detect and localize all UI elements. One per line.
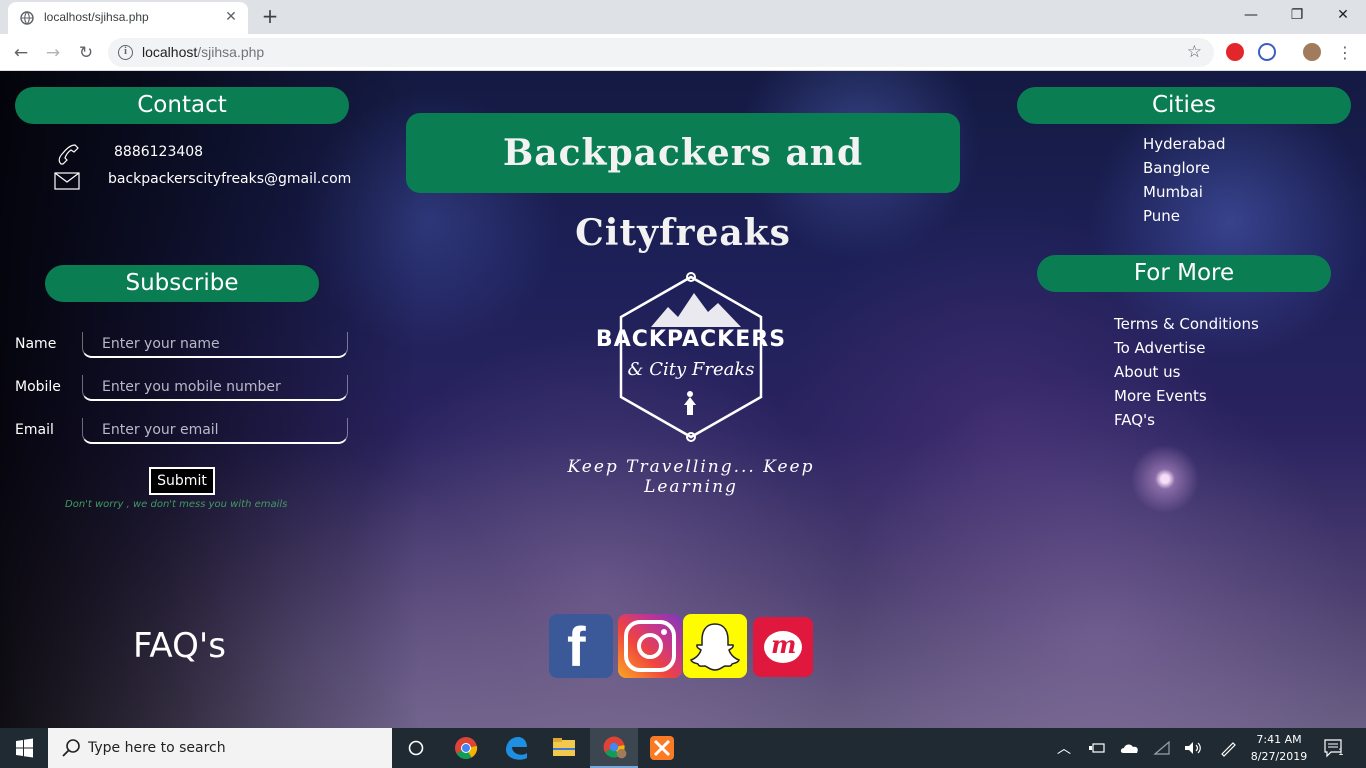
instagram-icon[interactable]: [618, 614, 682, 678]
windows-taskbar: Type here to search ︿ 7:41 AM 8/27/2019 …: [0, 728, 1366, 768]
taskbar-clock[interactable]: 7:41 AM 8/27/2019: [1250, 731, 1308, 765]
address-bar[interactable]: i localhost/sjihsa.php ☆: [108, 38, 1214, 67]
site-info-icon[interactable]: i: [118, 45, 133, 60]
city-link[interactable]: Pune: [1143, 204, 1226, 228]
logo-main-text: BACKPACKERS: [595, 327, 787, 352]
profile-avatar[interactable]: [1303, 43, 1321, 61]
minimize-button[interactable]: —: [1228, 0, 1274, 30]
facebook-icon[interactable]: f: [549, 614, 613, 678]
faq-link[interactable]: FAQ's: [1114, 408, 1259, 432]
url-text[interactable]: localhost/sjihsa.php: [142, 44, 264, 60]
block-extension-icon[interactable]: [1258, 43, 1276, 61]
city-link[interactable]: Mumbai: [1143, 180, 1226, 204]
mobile-label: Mobile: [15, 379, 61, 395]
brand-title: Backpackers and Cityfreaks: [406, 113, 960, 254]
chrome-active-window-icon[interactable]: [590, 728, 638, 768]
about-link[interactable]: About us: [1114, 360, 1259, 384]
onedrive-icon[interactable]: [1120, 740, 1140, 756]
back-button[interactable]: ←: [8, 40, 34, 66]
battery-icon[interactable]: [1088, 740, 1106, 756]
advertise-link[interactable]: To Advertise: [1114, 336, 1259, 360]
phone-icon: [58, 144, 79, 165]
instagram-glyph: [624, 620, 676, 672]
tagline: Keep Travelling... Keep Learning: [567, 457, 815, 497]
meetup-icon[interactable]: m: [753, 617, 813, 677]
tab-close-icon[interactable]: ✕: [222, 8, 240, 26]
menu-icon[interactable]: ⋮: [1332, 40, 1358, 66]
terms-link[interactable]: Terms & Conditions: [1114, 312, 1259, 336]
logo-sub-text: & City Freaks: [627, 359, 755, 380]
maximize-button[interactable]: ❐: [1274, 0, 1320, 30]
close-window-button[interactable]: ✕: [1320, 0, 1366, 30]
email-input[interactable]: [82, 418, 348, 444]
for-more-list: Terms & Conditions To Advertise About us…: [1114, 312, 1259, 432]
search-icon: [62, 739, 80, 757]
windows-start-icon[interactable]: [0, 728, 48, 768]
faq-heading[interactable]: FAQ's: [133, 626, 226, 666]
notification-count: 1: [1338, 748, 1344, 758]
taskbar-search-placeholder: Type here to search: [88, 740, 226, 756]
contact-email[interactable]: backpackerscityfreaks@gmail.com: [108, 171, 351, 187]
edge-icon[interactable]: [492, 728, 540, 768]
url-host: localhost: [142, 44, 198, 60]
name-input[interactable]: [82, 332, 348, 358]
xampp-icon[interactable]: [638, 728, 686, 768]
subscribe-heading: Subscribe: [45, 265, 319, 302]
show-hidden-icons[interactable]: ︿: [1057, 738, 1071, 758]
cities-list: Hyderabad Banglore Mumbai Pune: [1143, 132, 1226, 228]
bookmark-star-icon[interactable]: ☆: [1187, 42, 1202, 62]
events-link[interactable]: More Events: [1114, 384, 1259, 408]
mail-icon: [54, 172, 80, 190]
browser-tab[interactable]: localhost/sjihsa.php ✕: [8, 2, 248, 34]
clock-date: 8/27/2019: [1250, 750, 1308, 763]
email-label: Email: [15, 422, 54, 438]
browser-tabbar: localhost/sjihsa.php ✕ + — ❐ ✕: [0, 0, 1366, 34]
subscribe-note: Don't worry , we don't mess you with ema…: [65, 499, 288, 510]
chrome-icon[interactable]: [442, 728, 490, 768]
reload-button[interactable]: ↻: [73, 40, 99, 66]
new-tab-button[interactable]: +: [258, 5, 282, 29]
snapchat-ghost: [690, 623, 740, 671]
task-view-icon[interactable]: [392, 728, 440, 768]
cities-heading: Cities: [1017, 87, 1351, 124]
tab-title: localhost/sjihsa.php: [44, 10, 149, 24]
facebook-glyph: f: [567, 615, 586, 678]
for-more-heading: For More: [1037, 255, 1331, 292]
browser-toolbar: ← → ↻ i localhost/sjihsa.php ☆ ⋮: [0, 34, 1366, 71]
globe-icon: [20, 11, 34, 25]
adblock-extension-icon[interactable]: [1226, 43, 1244, 61]
submit-button[interactable]: Submit: [149, 467, 215, 495]
snapchat-icon[interactable]: [683, 614, 747, 678]
clock-time: 7:41 AM: [1256, 733, 1302, 746]
name-label: Name: [15, 336, 57, 352]
city-link[interactable]: Hyderabad: [1143, 132, 1226, 156]
taskbar-search-box[interactable]: Type here to search: [48, 728, 392, 768]
wifi-icon[interactable]: [1153, 740, 1171, 756]
page-background: Contact 8886123408 backpackerscityfreaks…: [0, 71, 1366, 728]
forward-button[interactable]: →: [40, 40, 66, 66]
volume-icon[interactable]: [1183, 740, 1203, 756]
contact-phone[interactable]: 8886123408: [114, 144, 203, 160]
contact-heading: Contact: [15, 87, 349, 124]
city-link[interactable]: Banglore: [1143, 156, 1226, 180]
url-path: /sjihsa.php: [197, 44, 265, 60]
file-explorer-icon[interactable]: [540, 728, 588, 768]
mobile-input[interactable]: [82, 375, 348, 401]
pen-workspace-icon[interactable]: [1219, 739, 1239, 757]
meetup-glyph: m: [771, 630, 797, 659]
